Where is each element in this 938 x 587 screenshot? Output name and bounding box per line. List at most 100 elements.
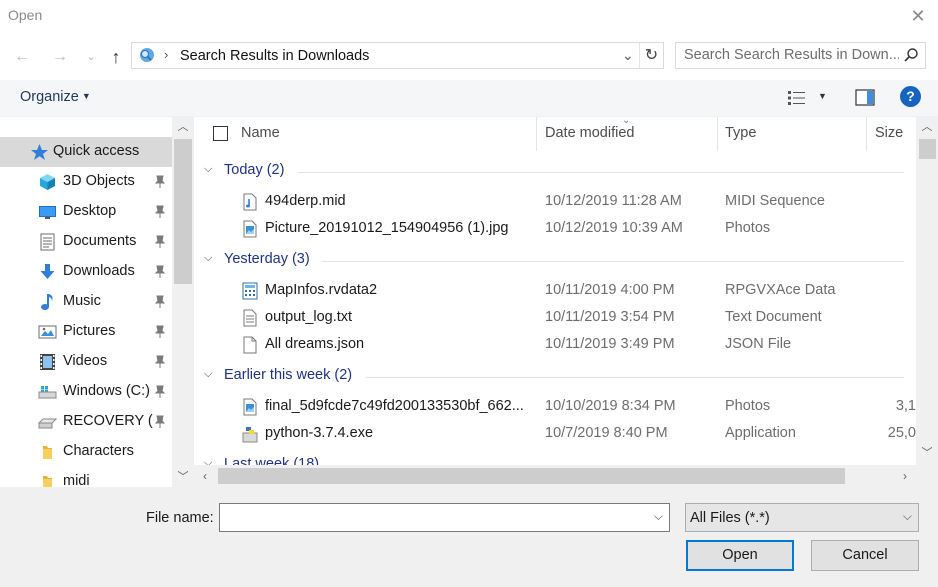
chevron-down-icon[interactable]: ⌵ <box>204 368 218 382</box>
table-row[interactable]: 494derp.mid 10/12/2019 11:28 AM MIDI Seq… <box>194 188 916 215</box>
column-size[interactable]: Size <box>875 125 903 141</box>
table-row[interactable]: MapInfos.rvdata2 10/11/2019 4:00 PM RPGV… <box>194 277 916 304</box>
file-date: 10/11/2019 3:49 PM <box>545 336 675 352</box>
chevron-down-icon[interactable]: ⌵ <box>204 252 218 266</box>
file-list-vertical-thumb[interactable] <box>919 139 936 159</box>
forward-arrow-icon[interactable]: → <box>49 46 71 68</box>
scroll-up-icon[interactable]: ︿ <box>916 117 938 137</box>
cancel-button[interactable]: Cancel <box>811 540 919 571</box>
pin-icon[interactable] <box>154 175 166 189</box>
select-all-checkbox[interactable] <box>213 126 228 141</box>
scroll-left-icon[interactable]: ‹ <box>194 465 216 487</box>
column-date-modified[interactable]: Date modified <box>545 125 634 141</box>
sidebar-item-label: midi <box>63 473 90 487</box>
sidebar-item-label: RECOVERY (D <box>63 413 153 429</box>
table-row[interactable]: final_5d9fcde7c49fd200133530bf_662... 10… <box>194 393 916 420</box>
file-list-horizontal-thumb[interactable] <box>218 468 845 484</box>
sidebar-item-music[interactable]: Music <box>0 287 172 317</box>
caret-down-icon: ▼ <box>81 91 91 101</box>
refresh-icon[interactable]: ↻ <box>639 43 663 68</box>
view-options-caret-icon[interactable]: ▼ <box>818 91 827 101</box>
pin-icon[interactable] <box>154 235 166 249</box>
scroll-right-icon[interactable]: › <box>894 465 916 487</box>
file-name-input[interactable] <box>224 509 644 525</box>
close-icon[interactable]: ✕ <box>908 6 928 26</box>
sidebar-item-label: Documents <box>63 233 137 249</box>
address-row: ← → ⌄ ↑ › Search Results in Downloads ⌄ … <box>0 32 938 80</box>
blank-file-icon <box>243 336 257 354</box>
sidebar-item-pictures[interactable]: Pictures <box>0 317 172 347</box>
group-header-earlier-this-week[interactable]: ⌵ Earlier this week (2) <box>204 365 904 387</box>
group-label: Today (2) <box>224 162 285 178</box>
desktop-icon <box>39 206 56 219</box>
pin-icon[interactable] <box>154 385 166 399</box>
scroll-up-icon[interactable]: ︿ <box>172 117 194 137</box>
recent-locations-chevron-icon[interactable]: ⌄ <box>80 46 102 68</box>
open-button[interactable]: Open <box>686 540 794 571</box>
sidebar-item-windows-c[interactable]: Windows (C:) <box>0 377 172 407</box>
organize-button[interactable]: Organize ▼ <box>20 89 91 105</box>
scroll-down-icon[interactable]: ﹀ <box>172 467 194 487</box>
back-arrow-icon[interactable]: ← <box>11 46 33 68</box>
sidebar-item-recovery-d[interactable]: RECOVERY (D <box>0 407 172 437</box>
sidebar-item-label: Music <box>63 293 101 309</box>
pin-icon[interactable] <box>154 355 166 369</box>
search-input[interactable] <box>684 47 899 63</box>
text-file-icon <box>243 309 257 327</box>
documents-icon <box>40 233 55 251</box>
chevron-down-icon[interactable]: ⌵ <box>204 163 218 177</box>
sidebar-item-quick-access[interactable]: Quick access <box>0 137 172 167</box>
title-bar: Open ✕ <box>0 0 938 32</box>
pin-icon[interactable] <box>154 205 166 219</box>
bottom-panel: File name: ⌵ All Files (*.*) ⌵ Open Canc… <box>0 487 938 587</box>
chevron-down-icon[interactable]: ⌵ <box>903 509 912 524</box>
chevron-down-icon[interactable]: ⌵ <box>654 509 663 524</box>
cube-icon <box>40 174 55 190</box>
search-icon[interactable] <box>903 47 919 63</box>
pin-icon[interactable] <box>154 415 166 429</box>
pin-icon[interactable] <box>154 325 166 339</box>
group-header-today[interactable]: ⌵ Today (2) <box>204 160 904 182</box>
file-list-horizontal-scrollbar[interactable]: ‹ › <box>194 465 938 487</box>
help-icon[interactable]: ? <box>900 86 921 107</box>
table-row[interactable]: output_log.txt 10/11/2019 3:54 PM Text D… <box>194 304 916 331</box>
table-row[interactable]: python-3.7.4.exe 10/7/2019 8:40 PM Appli… <box>194 420 916 447</box>
column-divider[interactable] <box>866 117 867 151</box>
up-arrow-icon[interactable]: ↑ <box>105 46 127 68</box>
view-options-icon[interactable] <box>787 89 807 107</box>
file-date: 10/10/2019 8:34 PM <box>545 398 676 414</box>
sidebar-scrollbar[interactable]: ︿ ﹀ <box>172 117 194 487</box>
address-dropdown-icon[interactable]: ⌄ <box>622 47 634 64</box>
address-bar[interactable]: › Search Results in Downloads ⌄ ↻ <box>131 42 664 69</box>
sidebar-item-videos[interactable]: Videos <box>0 347 172 377</box>
drive-icon <box>38 386 57 399</box>
table-row[interactable]: Picture_20191012_154904956 (1).jpg 10/12… <box>194 215 916 242</box>
file-type: MIDI Sequence <box>725 193 825 209</box>
sidebar-item-midi[interactable]: midi <box>0 467 172 487</box>
sidebar-scroll-thumb[interactable] <box>174 139 192 284</box>
column-type[interactable]: Type <box>725 125 756 141</box>
sidebar-item-documents[interactable]: Documents <box>0 227 172 257</box>
pin-icon[interactable] <box>154 265 166 279</box>
file-list-vertical-scrollbar[interactable]: ︿ ﹀ <box>916 117 938 465</box>
file-name-combobox[interactable]: ⌵ <box>219 503 670 532</box>
file-type-filter[interactable]: All Files (*.*) ⌵ <box>685 503 919 532</box>
sidebar-item-characters[interactable]: Characters <box>0 437 172 467</box>
sidebar-item-desktop[interactable]: Desktop <box>0 197 172 227</box>
group-header-yesterday[interactable]: ⌵ Yesterday (3) <box>204 249 904 271</box>
scroll-down-icon[interactable]: ﹀ <box>916 443 938 463</box>
search-box[interactable] <box>675 42 926 69</box>
pin-icon[interactable] <box>154 295 166 309</box>
column-divider[interactable] <box>536 117 537 151</box>
table-row[interactable]: All dreams.json 10/11/2019 3:49 PM JSON … <box>194 331 916 358</box>
address-path[interactable]: Search Results in Downloads <box>180 48 369 64</box>
sidebar-item-3d-objects[interactable]: 3D Objects <box>0 167 172 197</box>
sidebar-item-downloads[interactable]: Downloads <box>0 257 172 287</box>
sidebar-item-label: Characters <box>63 443 134 459</box>
preview-pane-icon[interactable] <box>855 89 875 106</box>
file-name: final_5d9fcde7c49fd200133530bf_662... <box>265 398 524 414</box>
column-name[interactable]: Name <box>241 125 280 141</box>
column-divider[interactable] <box>717 117 718 151</box>
drive-icon <box>38 418 57 429</box>
group-divider <box>366 377 904 378</box>
